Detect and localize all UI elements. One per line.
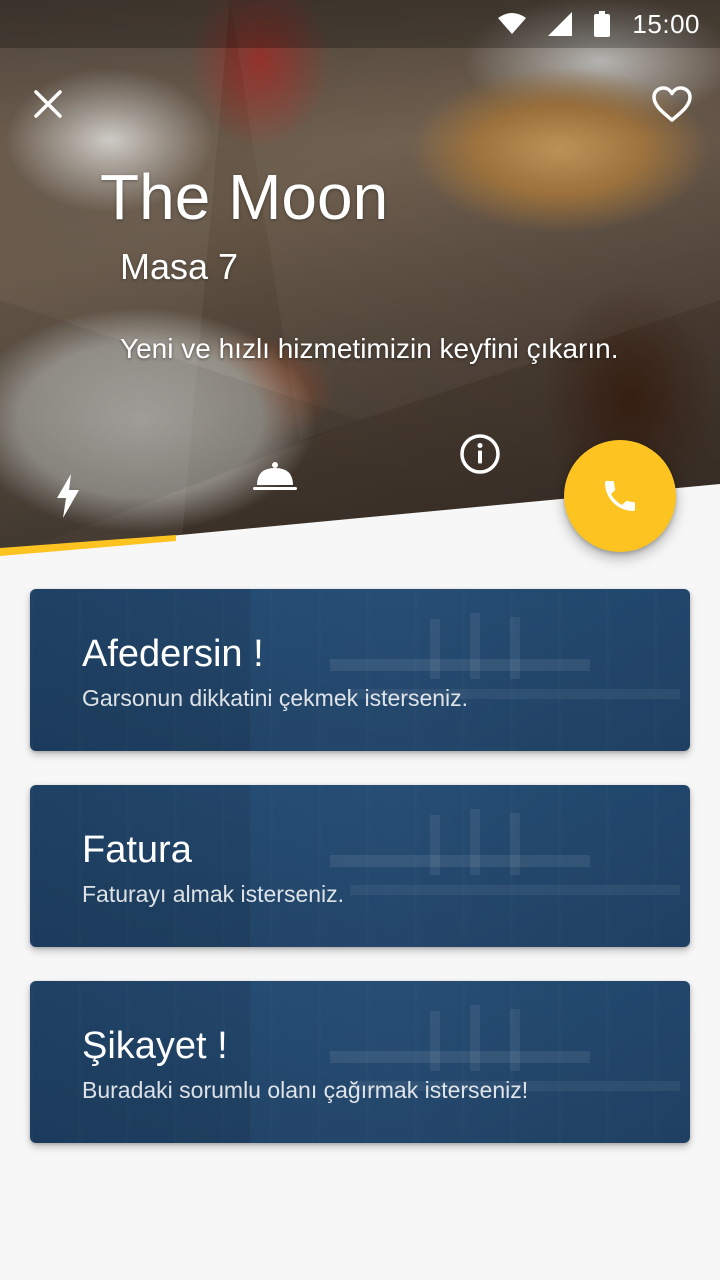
card-title: Afedersin ! bbox=[82, 633, 264, 675]
card-title: Fatura bbox=[82, 829, 192, 871]
favorite-button[interactable] bbox=[644, 76, 700, 132]
wifi-icon bbox=[498, 13, 527, 35]
status-time: 15:00 bbox=[632, 8, 700, 39]
cell-signal-icon bbox=[548, 12, 573, 36]
tab-quick-actions[interactable] bbox=[28, 464, 108, 528]
card-subtitle: Buradaki sorumlu olanı çağırmak istersen… bbox=[82, 1077, 529, 1103]
call-fab[interactable] bbox=[564, 440, 676, 552]
close-icon bbox=[34, 90, 62, 118]
table-label: Masa 7 bbox=[120, 246, 239, 287]
info-icon bbox=[460, 434, 500, 474]
card-subtitle: Faturayı almak isterseniz. bbox=[82, 881, 345, 907]
service-bell-icon bbox=[253, 462, 297, 490]
card-title: Şikayet ! bbox=[82, 1025, 228, 1067]
screen: 15:00 The Moon Masa 7 Yeni ve hızlı hizm… bbox=[0, 0, 720, 1280]
card-excuse-me[interactable]: Afedersin ! Garsonun dikkatini çekmek is… bbox=[30, 589, 690, 751]
phone-icon bbox=[605, 481, 635, 511]
tab-info[interactable] bbox=[440, 422, 520, 486]
status-bar: 15:00 bbox=[0, 0, 720, 48]
card-bill[interactable]: Fatura Faturayı almak isterseniz. bbox=[30, 785, 690, 947]
card-subtitle: Garsonun dikkatini çekmek isterseniz. bbox=[82, 685, 469, 711]
close-button[interactable] bbox=[20, 76, 76, 132]
tagline: Yeni ve hızlı hizmetimizin keyfini çıkar… bbox=[120, 333, 619, 364]
card-complaint[interactable]: Şikayet ! Buradaki sorumlu olanı çağırma… bbox=[30, 981, 690, 1143]
tab-service[interactable] bbox=[235, 444, 315, 508]
battery-icon bbox=[594, 11, 611, 37]
venue-name: The Moon bbox=[100, 161, 389, 233]
lightning-icon bbox=[57, 474, 79, 518]
heart-outline-icon bbox=[652, 86, 692, 122]
